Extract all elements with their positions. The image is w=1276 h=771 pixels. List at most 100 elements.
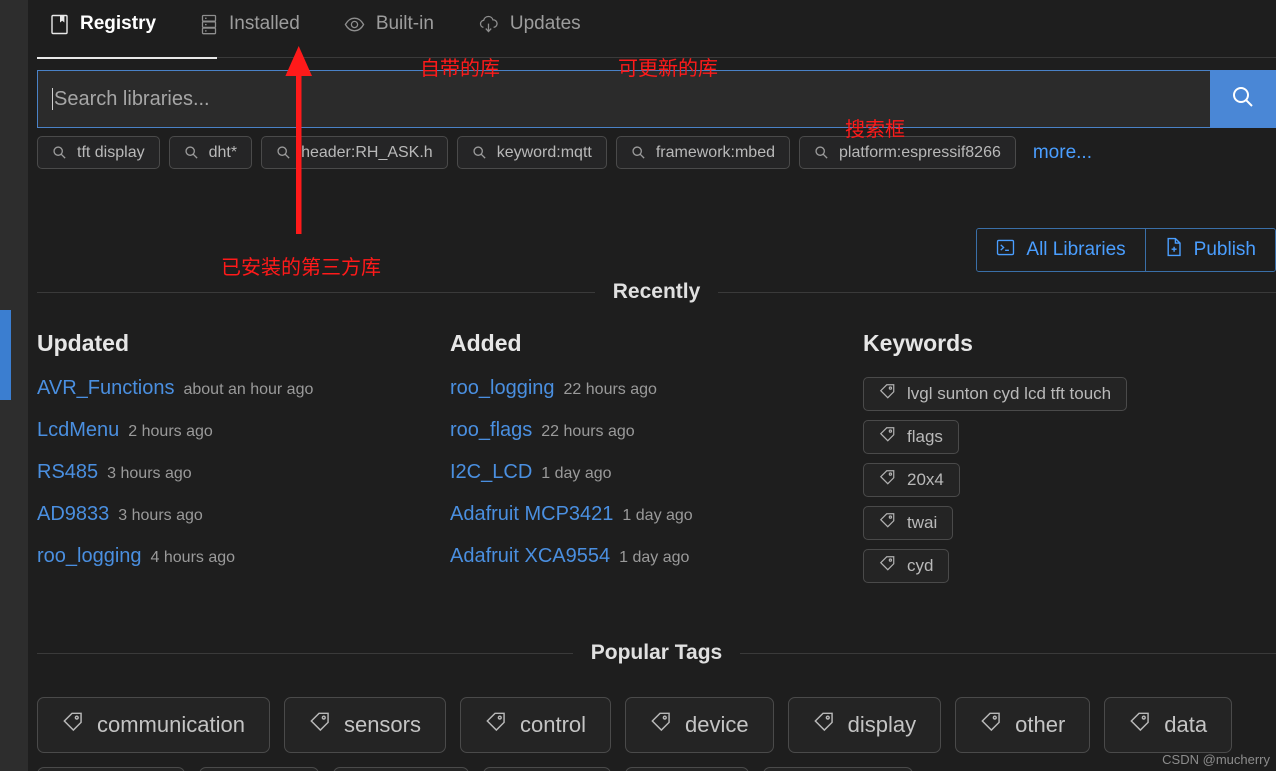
search-icon <box>1230 84 1256 115</box>
filter-chip-label: dht* <box>208 143 238 161</box>
keyword-chip[interactable]: cyd <box>863 549 950 583</box>
tag-icon <box>813 711 835 739</box>
tag-chip[interactable]: communication <box>37 697 270 753</box>
tag-label: display <box>847 712 917 737</box>
popular-tags-heading: Popular Tags <box>590 641 723 664</box>
text-caret <box>52 88 53 110</box>
divider-right <box>718 291 1276 293</box>
library-link[interactable]: LcdMenu <box>37 419 119 442</box>
tag-chip[interactable]: display <box>787 697 942 753</box>
file-plus-icon <box>1165 237 1183 263</box>
annotation-updates: 可更新的库 <box>618 56 718 80</box>
filter-chip[interactable]: tft display <box>37 136 160 169</box>
tag-chip[interactable] <box>333 767 469 771</box>
action-label: All Libraries <box>1026 239 1126 260</box>
annotation-installed: 已安装的第三方库 <box>221 255 381 279</box>
cloud-download-icon <box>478 15 499 34</box>
list-item: I2C_LCD 1 day ago <box>450 461 863 484</box>
tag-icon <box>879 512 896 534</box>
main-content: Registry Installed Built-in Updates Sear… <box>28 0 1276 771</box>
tag-chip[interactable]: device <box>625 697 774 753</box>
more-filters-link[interactable]: more... <box>1033 142 1092 164</box>
recently-columns: Updated AVR_Functions about an hour ago … <box>37 330 1276 587</box>
list-item: RS485 3 hours ago <box>37 461 450 484</box>
library-link[interactable]: Adafruit MCP3421 <box>450 503 613 526</box>
tag-icon <box>650 711 672 739</box>
list-item: roo_logging 22 hours ago <box>450 377 863 400</box>
annotation-arrow-to-installed <box>285 46 312 234</box>
publish-button[interactable]: Publish <box>1144 229 1275 271</box>
tab-updates[interactable]: Updates <box>456 0 603 48</box>
tag-label: other <box>1015 712 1066 737</box>
tag-icon <box>879 469 896 491</box>
eye-icon <box>344 16 365 33</box>
keyword-chip[interactable]: 20x4 <box>863 463 960 497</box>
list-item: AVR_Functions about an hour ago <box>37 377 450 400</box>
list-item: roo_logging 4 hours ago <box>37 545 450 568</box>
watermark: CSDN @mucherry <box>1162 752 1270 767</box>
added-column: Added roo_logging 22 hours ago roo_flags… <box>450 330 863 587</box>
library-link[interactable]: AD9833 <box>37 503 109 526</box>
search-submit-button[interactable] <box>1210 70 1276 128</box>
book-icon <box>50 14 69 35</box>
list-item: LcdMenu 2 hours ago <box>37 419 450 442</box>
library-link[interactable]: AVR_Functions <box>37 377 174 400</box>
tag-icon <box>485 711 507 739</box>
filter-chip[interactable]: keyword:mqtt <box>456 136 607 169</box>
tag-icon <box>879 383 896 405</box>
tab-label: Built-in <box>375 13 434 34</box>
tag-icon <box>879 426 896 448</box>
tag-chip[interactable]: sensors <box>283 697 446 753</box>
tab-label: Updates <box>509 13 581 34</box>
library-link[interactable]: roo_logging <box>37 545 142 568</box>
keyword-list: lvgl sunton cyd lcd tft touch flags 20x4… <box>863 377 1276 583</box>
tag-chip[interactable] <box>483 767 611 771</box>
recently-heading: Recently <box>612 280 701 303</box>
library-link[interactable]: Adafruit XCA9554 <box>450 545 610 568</box>
tag-label: data <box>1164 712 1208 737</box>
active-tab-indicator <box>37 57 217 59</box>
tag-label: sensors <box>343 712 421 737</box>
tag-chip[interactable] <box>199 767 319 771</box>
terminal-icon <box>996 238 1015 263</box>
tag-chip[interactable]: other <box>955 697 1091 753</box>
recently-section-header: Recently <box>37 280 1276 304</box>
tab-label: Registry <box>80 13 157 34</box>
search-icon <box>52 145 67 160</box>
library-time: 2 hours ago <box>128 423 213 440</box>
tab-installed[interactable]: Installed <box>178 0 322 48</box>
popular-tags-row: communication sensors control device dis… <box>37 697 1276 771</box>
library-time: 1 day ago <box>622 507 693 524</box>
tag-chip[interactable] <box>763 767 913 771</box>
keyword-chip[interactable]: flags <box>863 420 959 454</box>
library-link[interactable]: roo_flags <box>450 419 532 442</box>
vertical-scrollbar-thumb[interactable] <box>0 310 11 400</box>
search-placeholder: Search libraries... <box>54 87 210 110</box>
all-libraries-button[interactable]: All Libraries <box>977 229 1145 271</box>
window-gutter <box>0 0 28 771</box>
library-time: 4 hours ago <box>150 549 236 566</box>
library-time: 22 hours ago <box>541 423 635 440</box>
library-time: 3 hours ago <box>118 507 203 524</box>
filter-chip[interactable]: framework:mbed <box>615 136 790 169</box>
filter-chip-label: framework:mbed <box>655 143 775 161</box>
library-time: 22 hours ago <box>563 381 657 398</box>
tab-built-in[interactable]: Built-in <box>322 0 456 48</box>
list-item: Adafruit MCP3421 1 day ago <box>450 503 863 526</box>
keyword-chip[interactable]: twai <box>863 506 954 540</box>
filter-chip[interactable]: dht* <box>168 136 253 169</box>
tag-chip[interactable]: control <box>460 697 612 753</box>
library-link[interactable]: I2C_LCD <box>450 461 532 484</box>
library-link[interactable]: RS485 <box>37 461 98 484</box>
library-link[interactable]: roo_logging <box>450 377 555 400</box>
tab-registry[interactable]: Registry <box>28 0 178 48</box>
tag-chip[interactable]: data <box>1104 697 1233 753</box>
tag-chip[interactable] <box>625 767 749 771</box>
tag-icon <box>879 555 896 577</box>
tag-label: control <box>520 712 587 737</box>
tag-chip[interactable] <box>37 767 185 771</box>
action-button-group: All Libraries Publish <box>976 228 1276 272</box>
keyword-chip[interactable]: lvgl sunton cyd lcd tft touch <box>863 377 1128 411</box>
filter-chip[interactable]: platform:espressif8266 <box>799 136 1016 169</box>
keyword-label: lvgl sunton cyd lcd tft touch <box>907 384 1112 403</box>
